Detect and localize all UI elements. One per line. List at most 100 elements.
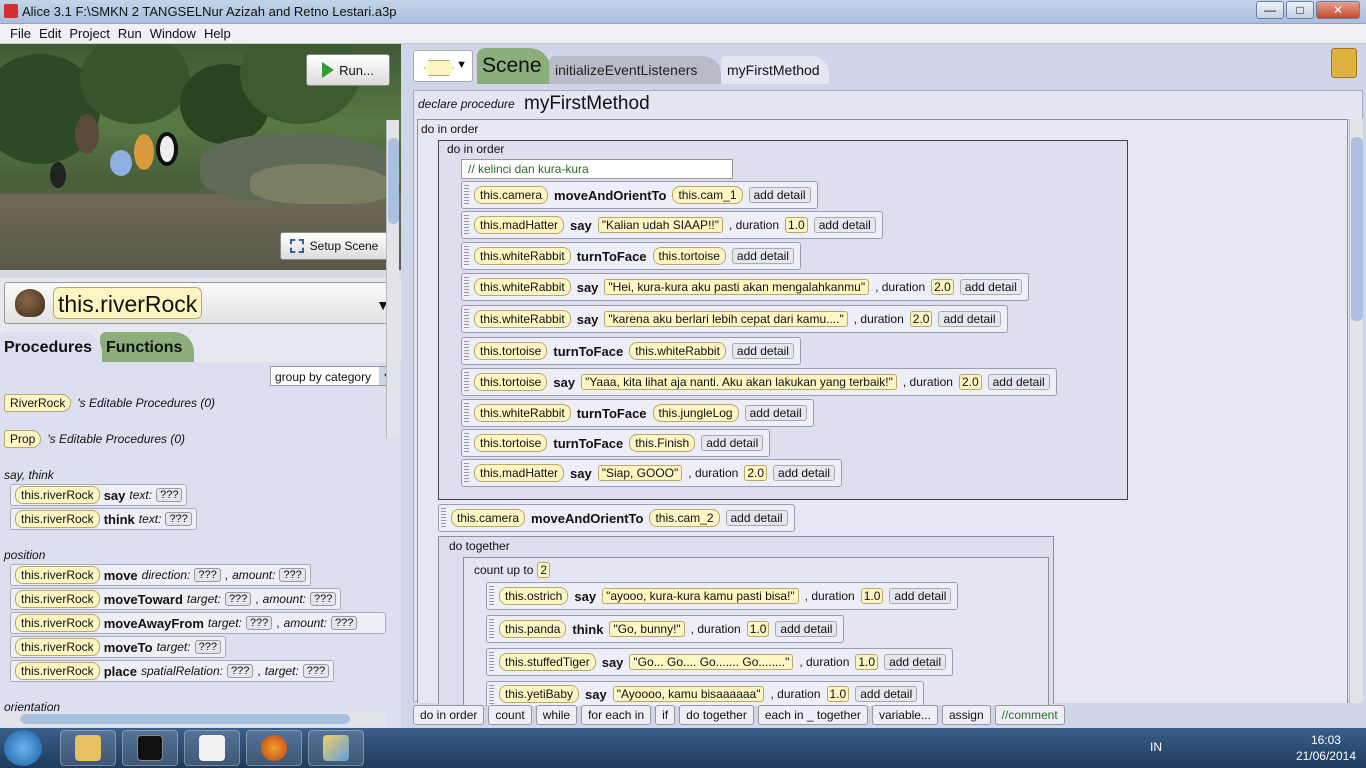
- menu-help[interactable]: Help: [204, 26, 231, 41]
- object-chip[interactable]: this.whiteRabbit: [474, 278, 571, 296]
- statement-row[interactable]: this.camera moveAndOrientTo this.cam_2 a…: [438, 504, 795, 532]
- add-detail-button[interactable]: add detail: [959, 279, 1022, 295]
- add-detail-button[interactable]: add detail: [731, 248, 794, 264]
- add-detail-button[interactable]: add detail: [701, 435, 764, 451]
- menu-edit[interactable]: Edit: [39, 26, 61, 41]
- statement-row[interactable]: this.camera moveAndOrientTo this.cam_1 a…: [461, 181, 818, 209]
- duration-value[interactable]: 2.0: [958, 374, 982, 390]
- add-detail-button[interactable]: add detail: [987, 374, 1050, 390]
- procedure-say[interactable]: this.riverRock say text: ???: [10, 484, 188, 506]
- inner-do-in-order-block[interactable]: do in order // kelinci dan kura-kura thi…: [438, 140, 1128, 500]
- editor-scrollbar[interactable]: [1349, 119, 1363, 703]
- windows-start-button[interactable]: [4, 730, 42, 766]
- statement-row[interactable]: this.whiteRabbit turnToFace this.tortois…: [461, 242, 801, 270]
- statement-row[interactable]: this.whiteRabbit say "karena aku berlari…: [461, 305, 1008, 333]
- statement-row[interactable]: this.yetiBaby say "Ayoooo, kamu bisaaaaa…: [486, 681, 925, 706]
- taskbar-firefox[interactable]: [246, 730, 302, 766]
- menu-run[interactable]: Run: [118, 26, 142, 41]
- add-detail-button[interactable]: add detail: [775, 621, 838, 637]
- arg-chip[interactable]: this.jungleLog: [652, 404, 739, 422]
- scroll-thumb[interactable]: [1351, 137, 1363, 321]
- taskbar-java[interactable]: [184, 730, 240, 766]
- string-value[interactable]: "Hei, kura-kura aku pasti akan mengalahk…: [604, 279, 870, 295]
- string-value[interactable]: "Ayoooo, kamu bisaaaaaa": [612, 686, 765, 702]
- string-value[interactable]: "Kalian udah SIAAP!!": [597, 217, 723, 233]
- assign-button[interactable]: assign: [941, 705, 991, 725]
- tab-my-first-method[interactable]: myFirstMethod: [721, 56, 829, 84]
- add-detail-button[interactable]: add detail: [855, 686, 918, 702]
- procedures-hscrollbar[interactable]: [0, 712, 386, 726]
- arg-chip[interactable]: this.cam_1: [672, 186, 743, 204]
- object-chip[interactable]: this.whiteRabbit: [474, 310, 571, 328]
- duration-value[interactable]: 1.0: [860, 588, 884, 604]
- arg-chip[interactable]: this.tortoise: [652, 247, 726, 265]
- string-value[interactable]: "karena aku berlari lebih cepat dari kam…: [604, 311, 848, 327]
- add-detail-button[interactable]: add detail: [731, 343, 794, 359]
- duration-value[interactable]: 1.0: [785, 217, 808, 233]
- duration-value[interactable]: 1.0: [746, 621, 770, 637]
- taskbar-cmd[interactable]: [122, 730, 178, 766]
- arg-chip[interactable]: this.Finish: [629, 434, 696, 452]
- add-detail-button[interactable]: add detail: [748, 187, 811, 203]
- procedure-place[interactable]: this.riverRock place spatialRelation: ??…: [10, 660, 335, 682]
- scroll-thumb[interactable]: [388, 138, 399, 224]
- add-detail-button[interactable]: add detail: [744, 405, 807, 421]
- object-chip[interactable]: this.yetiBaby: [499, 685, 580, 703]
- object-chip[interactable]: this.madHatter: [474, 216, 565, 234]
- for-each-in-button[interactable]: for each in: [581, 705, 652, 725]
- panel-splitter[interactable]: [0, 270, 401, 278]
- comment-button[interactable]: //comment: [994, 705, 1065, 725]
- setup-scene-button[interactable]: Setup Scene: [280, 232, 388, 260]
- menu-window[interactable]: Window: [150, 26, 196, 41]
- object-chip[interactable]: this.tortoise: [474, 342, 548, 360]
- clipboard-icon[interactable]: [1331, 48, 1357, 78]
- object-chip[interactable]: this.madHatter: [474, 464, 565, 482]
- duration-value[interactable]: 2.0: [744, 465, 768, 481]
- statement-row[interactable]: this.tortoise say "Yaaa, kita lihat aja …: [461, 368, 1057, 396]
- close-button[interactable]: ✕: [1316, 1, 1360, 19]
- add-detail-button[interactable]: add detail: [889, 588, 952, 604]
- object-chip[interactable]: this.camera: [474, 186, 549, 204]
- minimize-button[interactable]: —: [1256, 1, 1284, 19]
- run-button[interactable]: Run...: [306, 54, 390, 86]
- scroll-thumb[interactable]: [20, 714, 350, 724]
- statement-row[interactable]: this.madHatter say "Siap, GOOO" , durati…: [461, 459, 843, 487]
- procedures-scrollbar[interactable]: [386, 120, 399, 438]
- arg-chip[interactable]: this.cam_2: [649, 509, 720, 527]
- duration-value[interactable]: 1.0: [826, 686, 850, 702]
- procedure-move[interactable]: this.riverRock move direction: ??? , amo…: [10, 564, 311, 586]
- add-detail-button[interactable]: add detail: [938, 311, 1001, 327]
- procedure-move-away-from[interactable]: this.riverRock moveAwayFrom target: ??? …: [10, 612, 386, 634]
- system-clock[interactable]: 16:03 21/06/2014: [1296, 732, 1356, 764]
- object-selector[interactable]: this.riverRock ▼: [4, 282, 397, 324]
- duration-value[interactable]: 1.0: [855, 654, 879, 670]
- procedure-move-toward[interactable]: this.riverRock moveToward target: ??? , …: [10, 588, 342, 610]
- menu-project[interactable]: Project: [69, 26, 109, 41]
- object-chip[interactable]: this.tortoise: [474, 434, 548, 452]
- statement-row[interactable]: this.tortoise turnToFace this.Finish add…: [461, 429, 771, 457]
- statement-row[interactable]: this.whiteRabbit say "Hei, kura-kura aku…: [461, 273, 1029, 301]
- object-chip[interactable]: this.panda: [499, 620, 567, 638]
- statement-row[interactable]: this.panda think "Go, bunny!" , duration…: [486, 615, 845, 643]
- tab-initialize-event-listeners[interactable]: initializeEventListeners: [549, 56, 721, 84]
- each-in-together-button[interactable]: each in _ together: [757, 705, 868, 725]
- count-button[interactable]: count: [488, 705, 532, 725]
- duration-value[interactable]: 2.0: [931, 279, 954, 295]
- string-value[interactable]: "Siap, GOOO": [597, 465, 683, 481]
- string-value[interactable]: "ayooo, kura-kura kamu pasti bisa!": [602, 588, 799, 604]
- tab-functions[interactable]: Functions: [100, 332, 194, 362]
- type-chip[interactable]: Prop: [4, 430, 42, 448]
- procedure-think[interactable]: this.riverRock think text: ???: [10, 508, 197, 530]
- add-detail-button[interactable]: add detail: [725, 510, 788, 526]
- statement-row[interactable]: this.stuffedTiger say "Go... Go.... Go..…: [486, 648, 954, 676]
- add-detail-button[interactable]: add detail: [773, 465, 836, 481]
- statement-row[interactable]: this.madHatter say "Kalian udah SIAAP!!"…: [461, 211, 883, 239]
- menu-file[interactable]: File: [10, 26, 31, 41]
- taskbar-paint[interactable]: [308, 730, 364, 766]
- group-by-select[interactable]: group by category ▼: [270, 366, 396, 386]
- object-chip[interactable]: this.whiteRabbit: [474, 404, 571, 422]
- object-chip[interactable]: this.camera: [451, 509, 526, 527]
- do-together-button[interactable]: do together: [679, 705, 754, 725]
- count-loop-block[interactable]: count up to 2 this.ostrich say "ayooo, k…: [463, 557, 1049, 706]
- tab-scene[interactable]: Scene: [477, 48, 551, 84]
